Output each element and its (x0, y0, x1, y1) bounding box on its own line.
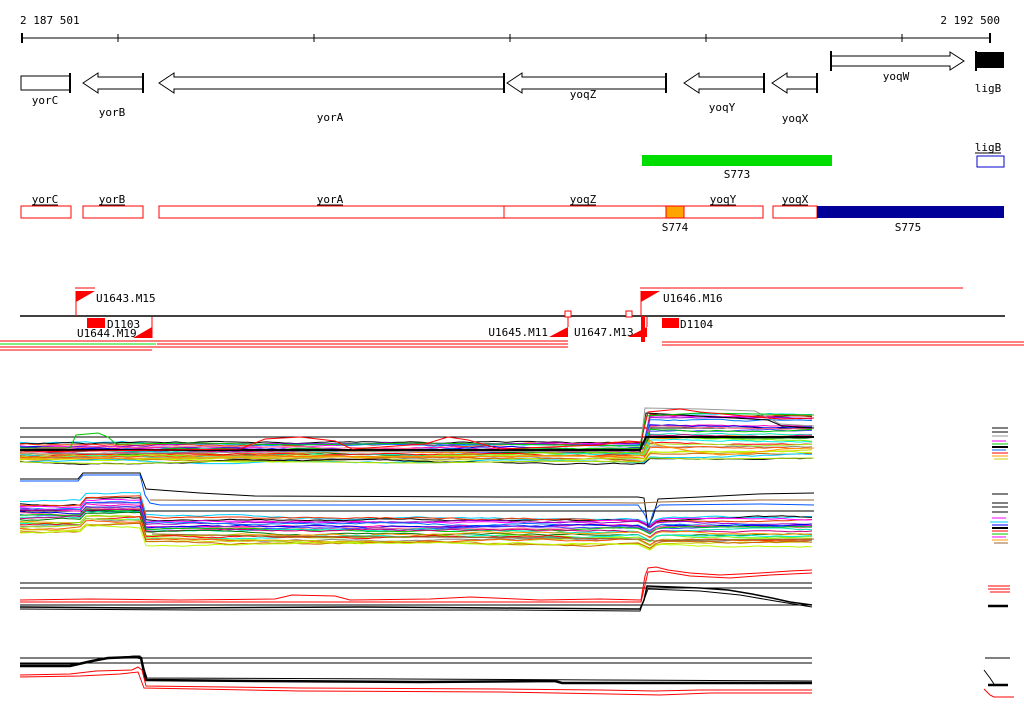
s775-label: S775 (895, 221, 922, 234)
flag-label-u1644: U1644.M19 (77, 327, 137, 340)
segment-label-yoqY[interactable]: yoqY (710, 193, 737, 206)
panel-4-line (20, 655, 813, 682)
s773-bar[interactable] (642, 155, 832, 166)
ruler-start-label: 2 187 501 (20, 14, 80, 27)
ruler-end-label: 2 192 500 (940, 14, 1000, 27)
segment-track: yorC yorB yorA yoqZ yoqY yoqX S774 S775 (20, 193, 1004, 234)
gene-arrow-yorA[interactable] (158, 72, 505, 94)
s775-bar[interactable] (817, 206, 1004, 218)
s774-label: S774 (662, 221, 689, 234)
segment-box-yoqY[interactable] (683, 205, 764, 219)
segment-label-yoqZ[interactable]: yoqZ (570, 193, 597, 206)
flag-u1643-icon (76, 291, 95, 302)
segment-label-yorC[interactable]: yorC (32, 193, 59, 206)
panel-1-band-line (19, 413, 813, 445)
s773-label: S773 (724, 168, 751, 181)
flag-label-u1645: U1645.M11 (488, 326, 548, 339)
ligb-region-box[interactable] (976, 155, 1005, 168)
panel-2-line (149, 499, 814, 504)
gene-arrow-yoqX[interactable] (771, 72, 818, 94)
gene-label-yoqZ: yoqZ (570, 88, 597, 101)
segment-box-yorC[interactable] (20, 205, 72, 219)
panel-3-line (19, 585, 813, 610)
panel-4-line (983, 688, 995, 698)
panel-2-band-line (19, 510, 813, 538)
segment-label-yorA[interactable]: yorA (317, 193, 344, 206)
flag-label-u1643: U1643.M15 (96, 292, 156, 305)
anchor-square (625, 310, 633, 318)
gene-arrow-yoqW[interactable] (830, 51, 965, 71)
flag-u1646-icon (641, 291, 660, 302)
gene-arrow-yoqY[interactable] (683, 72, 765, 94)
segment-box-yorB[interactable] (82, 205, 144, 219)
segment-box-yoqX[interactable] (772, 205, 818, 219)
gene-arrow-yorC[interactable] (20, 75, 71, 91)
segment-box-yorA[interactable] (158, 205, 505, 219)
gene-label-yorB: yorB (99, 106, 126, 119)
gene-label-yoqW: yoqW (883, 70, 910, 83)
anchor-square (564, 310, 572, 318)
panel-3-line (20, 570, 813, 603)
feature-track: U1643.M15 U1646.M16 D1103 U1644.M19 U164… (0, 287, 1024, 351)
genome-browser-view: 2 187 501 2 192 500 yorC yorB yorA yoqZ … (0, 0, 1024, 714)
gene-track: yorC yorB yorA yoqZ yoqY yoqX yoqW ligB (20, 51, 1004, 125)
gene-label-yorA: yorA (317, 111, 344, 124)
gene-arrow-ligB[interactable] (976, 52, 1004, 68)
gene-label-yoqY: yoqY (709, 101, 736, 114)
gene-label-yoqX: yoqX (782, 112, 809, 125)
gene-label-yorC: yorC (32, 94, 59, 107)
flag-label-u1647: U1647.M13 (574, 326, 634, 339)
panel-4-line (983, 669, 995, 685)
d1104-box (662, 318, 679, 328)
s774-bar[interactable] (665, 205, 685, 219)
segment-label-yoqX[interactable]: yoqX (782, 193, 809, 206)
flag-u1645-icon (549, 327, 568, 337)
d1104-label: D1104 (680, 318, 713, 331)
segment-box-yoqZ[interactable] (503, 205, 667, 219)
s-region-track: S773 ligB (642, 141, 1005, 181)
gene-arrow-yorB[interactable] (82, 72, 144, 94)
flag-label-u1646: U1646.M16 (663, 292, 723, 305)
expression-plot (19, 407, 1014, 698)
segment-label-yorB[interactable]: yorB (99, 193, 126, 206)
ligb-region-label[interactable]: ligB (975, 141, 1002, 154)
gene-label-ligB: ligB (975, 82, 1002, 95)
ruler: 2 187 501 2 192 500 (20, 14, 1000, 43)
